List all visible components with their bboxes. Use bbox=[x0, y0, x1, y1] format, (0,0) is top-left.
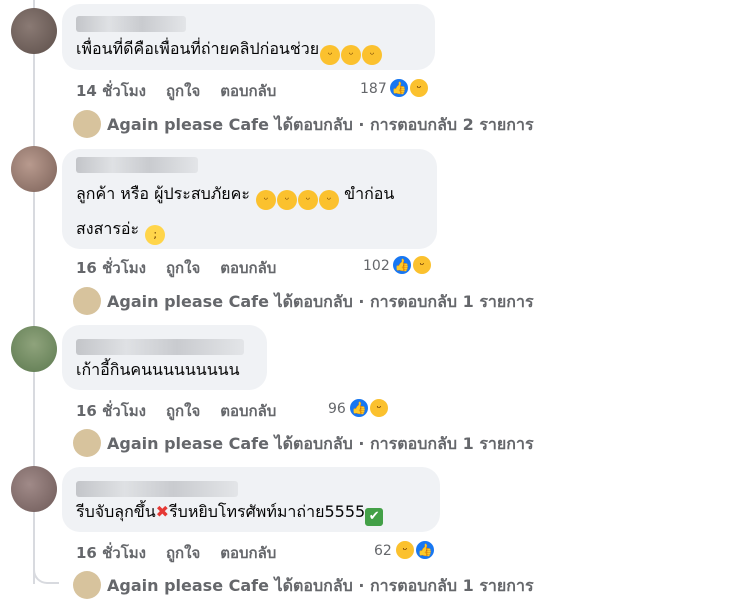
like-icon: 👍 bbox=[414, 539, 436, 561]
blurred-commenter-name[interactable] bbox=[76, 157, 198, 173]
haha-icon: ᵕ bbox=[411, 254, 433, 276]
timestamp[interactable]: 14 ชั่วโมง bbox=[76, 82, 146, 100]
page-avatar bbox=[73, 110, 101, 138]
grin-emoji-icon: ᵕ bbox=[341, 45, 362, 65]
rofl-emoji-icon: ᵕ bbox=[256, 190, 277, 210]
like-button[interactable]: ถูกใจ bbox=[166, 82, 200, 100]
rofl-emoji-icon: ᵕ bbox=[298, 190, 319, 210]
grin-emoji-icon: ᵕ bbox=[320, 45, 341, 65]
like-button[interactable]: ถูกใจ bbox=[166, 544, 200, 562]
comment-text-line: สงสารอ่ะ ; bbox=[76, 212, 166, 246]
comment-text: เก้าอี้กินคนนนนนนนนน bbox=[76, 360, 240, 379]
like-button[interactable]: ถูกใจ bbox=[166, 259, 200, 277]
comment-meta: 16 ชั่วโมง ถูกใจ ตอบกลับ bbox=[76, 256, 296, 280]
blurred-commenter-name[interactable] bbox=[76, 16, 186, 32]
commenter-avatar[interactable] bbox=[11, 466, 57, 512]
rofl-emoji-icon: ᵕ bbox=[319, 190, 340, 210]
comment-meta: 16 ชั่วโมง ถูกใจ ตอบกลับ bbox=[76, 541, 296, 565]
comment-text-line: ลูกค้า หรือ ผู้ประสบภัยคะ ᵕᵕᵕᵕ ขำก่อน bbox=[76, 177, 394, 211]
haha-icon: ᵕ bbox=[394, 539, 416, 561]
comment-text: เพื่อนที่ดีคือเพื่อนที่ถ่ายคลิปก่อนช่วย ᵕ… bbox=[76, 32, 383, 66]
haha-icon: ᵕ bbox=[368, 397, 390, 419]
check-mark-icon: ✔ bbox=[365, 508, 384, 526]
crying-emoji-icon: ; bbox=[145, 225, 166, 245]
commenter-avatar[interactable] bbox=[11, 8, 57, 54]
comment-text: รีบจับลุกขึ้น✖รีบหยิบโทรศัพท์มาถ่าย5555 ✔ bbox=[76, 495, 384, 529]
timestamp[interactable]: 16 ชั่วโมง bbox=[76, 402, 146, 420]
reaction-count[interactable]: 96 bbox=[328, 401, 346, 417]
like-icon: 👍 bbox=[348, 397, 370, 419]
reaction-count[interactable]: 62 bbox=[374, 543, 392, 559]
comment-meta: 14 ชั่วโมง ถูกใจ ตอบกลับ bbox=[76, 79, 296, 103]
like-icon: 👍 bbox=[388, 77, 410, 99]
comment-meta: 16 ชั่วโมง ถูกใจ ตอบกลับ bbox=[76, 399, 296, 423]
commenter-avatar[interactable] bbox=[11, 146, 57, 192]
comment-bubble: ลูกค้า หรือ ผู้ประสบภัยคะ ᵕᵕᵕᵕ ขำก่อน สง… bbox=[62, 149, 437, 249]
reply-button[interactable]: ตอบกลับ bbox=[220, 82, 276, 100]
page-avatar bbox=[73, 429, 101, 457]
page-avatar bbox=[73, 287, 101, 315]
like-icon: 👍 bbox=[391, 254, 413, 276]
reaction-count[interactable]: 187 bbox=[360, 81, 387, 97]
haha-icon: ᵕ bbox=[408, 77, 430, 99]
timestamp[interactable]: 16 ชั่วโมง bbox=[76, 544, 146, 562]
reply-button[interactable]: ตอบกลับ bbox=[220, 402, 276, 420]
reaction-count[interactable]: 102 bbox=[363, 258, 390, 274]
comment-bubble: เก้าอี้กินคนนนนนนนนน bbox=[62, 325, 267, 390]
page-avatar bbox=[73, 571, 101, 599]
rofl-emoji-icon: ᵕ bbox=[277, 190, 298, 210]
cross-mark-icon: ✖ bbox=[155, 502, 170, 521]
comment-bubble: เพื่อนที่ดีคือเพื่อนที่ถ่ายคลิปก่อนช่วย ᵕ… bbox=[62, 4, 435, 70]
grin-emoji-icon: ᵕ bbox=[362, 45, 383, 65]
reply-button[interactable]: ตอบกลับ bbox=[220, 544, 276, 562]
like-button[interactable]: ถูกใจ bbox=[166, 402, 200, 420]
comment-bubble: รีบจับลุกขึ้น✖รีบหยิบโทรศัพท์มาถ่าย5555 ✔ bbox=[62, 467, 440, 532]
commenter-avatar[interactable] bbox=[11, 326, 57, 372]
thread-connector bbox=[33, 566, 59, 584]
reply-button[interactable]: ตอบกลับ bbox=[220, 259, 276, 277]
timestamp[interactable]: 16 ชั่วโมง bbox=[76, 259, 146, 277]
